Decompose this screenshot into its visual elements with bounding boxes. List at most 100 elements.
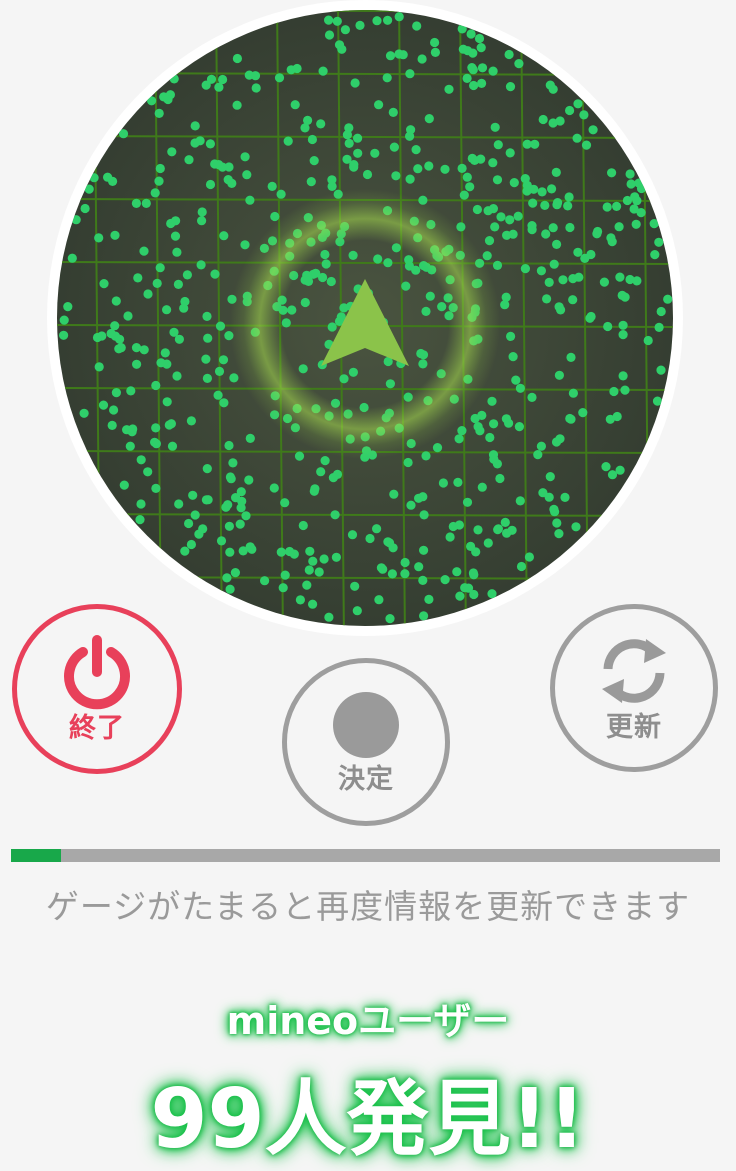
user-dot xyxy=(201,354,211,364)
user-dot xyxy=(421,451,431,461)
user-dot xyxy=(227,178,237,188)
user-dot xyxy=(344,123,354,133)
user-dot xyxy=(383,15,393,25)
user-dot xyxy=(197,216,207,226)
user-dot xyxy=(245,542,255,552)
user-dot xyxy=(419,611,429,621)
user-dot xyxy=(170,231,181,241)
user-dot xyxy=(405,174,415,184)
user-dot xyxy=(527,225,537,235)
user-dot xyxy=(274,73,285,83)
end-button[interactable]: 終了 xyxy=(12,604,182,774)
user-dot xyxy=(319,554,329,564)
user-dot xyxy=(334,40,345,50)
user-dot xyxy=(352,606,362,616)
user-dot xyxy=(308,556,318,566)
user-dot xyxy=(111,388,121,398)
user-dot xyxy=(459,190,469,200)
user-dot xyxy=(544,277,554,287)
user-dot xyxy=(215,321,226,331)
user-dot xyxy=(240,152,250,162)
user-dot xyxy=(151,439,161,449)
user-dot xyxy=(572,133,582,143)
user-dot xyxy=(162,397,172,407)
user-dot xyxy=(214,366,225,376)
user-dot xyxy=(308,599,318,609)
user-dot xyxy=(403,457,413,468)
user-dot xyxy=(650,250,660,260)
user-dot xyxy=(349,162,359,172)
user-dot xyxy=(581,140,592,150)
user-dot xyxy=(139,246,149,256)
user-dot xyxy=(484,236,495,246)
user-dot xyxy=(103,172,113,182)
user-dot xyxy=(530,139,540,149)
user-dot xyxy=(228,458,238,468)
user-dot xyxy=(330,510,340,520)
user-dot xyxy=(541,229,551,239)
user-dot xyxy=(92,332,103,343)
user-dot xyxy=(250,71,261,81)
user-dot xyxy=(568,295,578,305)
refresh-gauge-fill xyxy=(11,849,61,862)
user-dot xyxy=(353,133,363,143)
user-dot xyxy=(133,273,143,283)
user-dot xyxy=(536,266,546,276)
user-dot xyxy=(612,411,622,422)
user-dot xyxy=(467,63,477,73)
user-dot xyxy=(405,69,415,79)
user-dot xyxy=(617,290,627,300)
user-dot xyxy=(223,500,233,510)
user-dot xyxy=(136,455,146,465)
user-dot xyxy=(131,198,141,208)
user-dot xyxy=(382,73,392,83)
user-dot xyxy=(294,451,305,461)
user-dot xyxy=(59,315,69,325)
user-dot xyxy=(568,388,579,398)
user-dot xyxy=(196,260,206,270)
user-dot xyxy=(663,294,673,304)
user-dot xyxy=(444,84,454,94)
refresh-button[interactable]: 更新 xyxy=(550,604,718,772)
user-dot xyxy=(566,352,576,362)
user-dot xyxy=(195,136,205,146)
user-dot xyxy=(585,313,595,323)
user-dot xyxy=(466,29,476,39)
user-dot xyxy=(440,164,450,174)
decide-button[interactable]: 決定 xyxy=(282,658,450,826)
user-dot xyxy=(545,472,555,482)
user-dot xyxy=(218,355,229,365)
user-dot xyxy=(136,499,146,509)
user-dot xyxy=(242,170,252,180)
user-dot xyxy=(350,581,360,591)
user-dot xyxy=(524,552,534,562)
user-dot xyxy=(601,462,611,472)
user-dot xyxy=(332,16,342,26)
user-dot xyxy=(552,239,562,249)
user-dot xyxy=(493,140,503,150)
end-button-label: 終了 xyxy=(69,713,125,744)
user-dot xyxy=(489,419,499,429)
user-dot xyxy=(509,178,519,188)
grid-line xyxy=(57,10,673,13)
radar-map xyxy=(47,0,683,636)
user-dot xyxy=(107,420,117,430)
user-dot xyxy=(477,410,487,420)
user-dot xyxy=(210,159,220,169)
user-dot xyxy=(506,331,516,341)
user-dot xyxy=(225,472,235,482)
user-dot xyxy=(615,272,625,282)
user-dot xyxy=(300,123,310,133)
user-dot xyxy=(516,561,527,572)
user-dot xyxy=(538,488,548,498)
user-dot xyxy=(502,230,512,240)
user-dot xyxy=(547,184,557,194)
user-dot xyxy=(197,207,207,217)
user-dot xyxy=(463,583,474,593)
result-label: mineoユーザー xyxy=(226,999,510,1043)
user-dot xyxy=(419,545,429,555)
user-dot xyxy=(548,84,558,94)
user-dot xyxy=(184,155,194,165)
user-dot xyxy=(452,567,462,577)
user-dot xyxy=(283,136,293,146)
